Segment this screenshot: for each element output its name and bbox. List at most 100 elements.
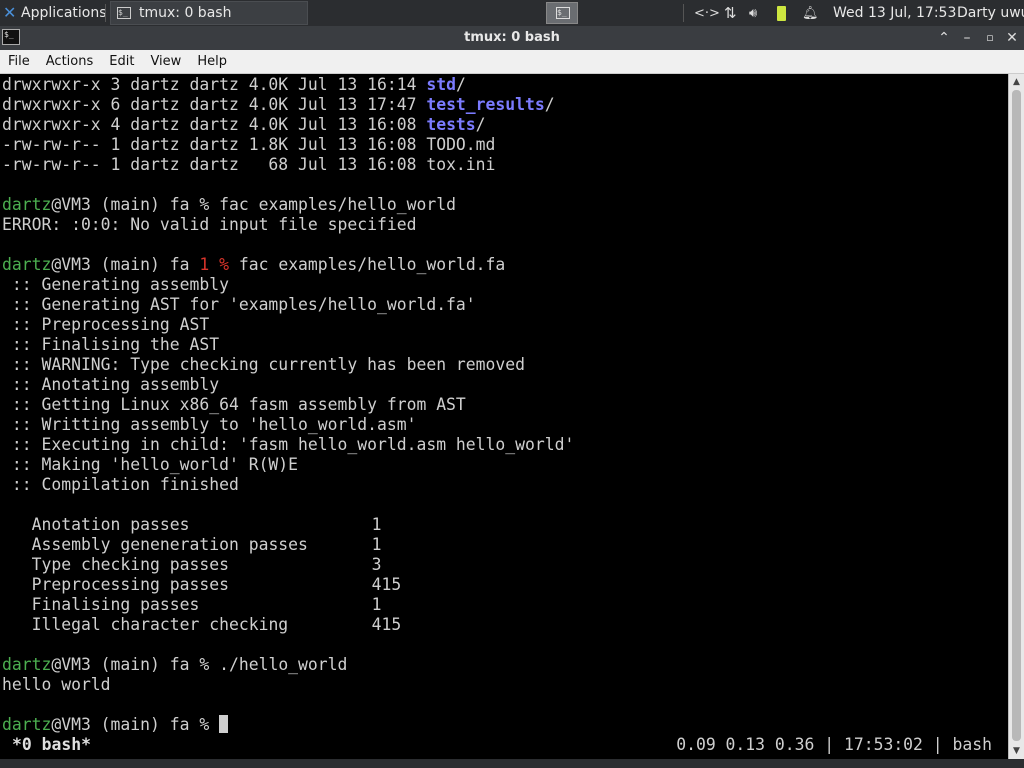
minimize-icon[interactable]: – <box>956 26 978 50</box>
prompt-exit-code: 1 % <box>199 255 229 274</box>
menubar: File Actions Edit View Help <box>0 50 1024 74</box>
compile-step-line: :: Anotating assembly <box>2 375 220 394</box>
prompt-line: dartz@VM3 (main) fa % fac examples/hello… <box>2 195 1008 215</box>
menu-file[interactable]: File <box>0 54 38 69</box>
pass-name: Preprocessing passes <box>31 575 229 594</box>
applications-menu[interactable]: ✕ Applications <box>0 0 107 26</box>
pass-stat-row: Illegal character checking 415 <box>2 615 1008 635</box>
panel-separator <box>683 4 684 22</box>
compile-step-line: :: Generating assembly <box>2 275 229 294</box>
compile-step-line: :: Making 'hello_world' R(W)E <box>2 455 299 474</box>
pass-stat-row: Assembly geneneration passes 1 <box>2 535 1008 555</box>
network-arrows-icon[interactable]: <·> <box>694 0 720 26</box>
compile-step-line: :: WARNING: Type checking currently has … <box>2 355 526 374</box>
command: % fac examples/hello_world <box>199 195 456 214</box>
window-titlebar[interactable]: $_ tmux: 0 bash ⌃ – ▫ ✕ <box>0 26 1024 50</box>
pass-name: Anotation passes <box>31 515 190 534</box>
tmux-window-label[interactable]: *0 bash* <box>12 735 91 755</box>
pass-name: Assembly geneneration passes <box>31 535 308 554</box>
volume-icon[interactable]: 🔊︎ <box>749 0 757 26</box>
prompt-user: dartz <box>2 715 52 734</box>
ls-line: -rw-rw-r-- 1 dartz dartz 68 Jul 13 16:08… <box>2 155 496 174</box>
prompt-line: dartz@VM3 (main) fa % ./hello_world <box>2 655 1008 675</box>
window-bottom-frame <box>0 759 1024 768</box>
pass-stat-row: Anotation passes 1 <box>2 515 1008 535</box>
close-icon[interactable]: ✕ <box>1001 26 1023 50</box>
top-panel: ✕ Applications $_ tmux: 0 bash $_ <·> ⇅ … <box>0 0 1024 26</box>
shade-icon[interactable]: ⌃ <box>933 26 955 50</box>
prompt-user: dartz <box>2 195 52 214</box>
pass-name: Type checking passes <box>31 555 229 574</box>
workspace-4[interactable] <box>581 2 613 24</box>
pass-count: 415 <box>371 575 402 594</box>
compile-step-line: :: Finalising the AST <box>2 335 220 354</box>
scroll-down-icon[interactable]: ▼ <box>1009 744 1024 758</box>
scrollbar-thumb[interactable] <box>1012 90 1021 741</box>
taskbar-item-tmux[interactable]: $_ tmux: 0 bash <box>110 1 308 25</box>
terminal-cursor <box>219 715 229 733</box>
scroll-up-icon[interactable]: ▲ <box>1009 75 1024 89</box>
pass-count: 415 <box>371 615 402 634</box>
pass-count: 1 <box>371 515 382 534</box>
terminal-scrollbar[interactable]: ▲ ▼ <box>1008 74 1024 759</box>
pass-stat-row: Type checking passes 3 <box>2 555 1008 575</box>
terminal-icon: $_ <box>117 7 131 19</box>
prompt-line: dartz@VM3 (main) fa 1 % fac examples/hel… <box>2 255 1008 275</box>
compile-step-line: :: Generating AST for 'examples/hello_wo… <box>2 295 476 314</box>
prompt-host: @VM3 (main) fa <box>51 255 200 274</box>
workspace-5[interactable] <box>616 2 648 24</box>
workspace-3-active[interactable]: $_ <box>546 2 578 24</box>
command: % ./hello_world <box>199 655 348 674</box>
taskbar-item-label: tmux: 0 bash <box>139 5 232 21</box>
prompt-user: dartz <box>2 255 52 274</box>
applications-label: Applications <box>21 5 107 21</box>
panel-separator <box>105 4 106 22</box>
menu-help[interactable]: Help <box>189 54 235 69</box>
terminal-output[interactable]: drwxrwxr-x 3 dartz dartz 4.0K Jul 13 16:… <box>0 74 1008 759</box>
network-updown-icon[interactable]: ⇅ <box>724 0 737 26</box>
pass-stat-row: Finalising passes 1 <box>2 595 1008 615</box>
ls-line: drwxrwxr-x 4 dartz dartz 4.0K Jul 13 16:… <box>2 115 486 134</box>
error-line: ERROR: :0:0: No valid input file specifi… <box>2 215 417 234</box>
compile-step-line: :: Writting assembly to 'hello_world.asm… <box>2 415 417 434</box>
program-output: hello world <box>2 675 111 694</box>
pass-stat-row: Preprocessing passes 415 <box>2 575 1008 595</box>
clock[interactable]: Wed 13 Jul, 17:53 <box>833 0 956 26</box>
compile-step-line: :: Getting Linux x86_64 fasm assembly fr… <box>2 395 466 414</box>
xfce-logo-icon: ✕ <box>3 3 17 22</box>
workspace-1[interactable] <box>476 2 508 24</box>
workspace-2[interactable] <box>511 2 543 24</box>
notifications-bell-icon[interactable]: 🔔︎ <box>802 0 819 26</box>
compile-step-line: :: Compilation finished <box>2 475 239 494</box>
user-menu[interactable]: Darty uwu <box>957 0 1024 26</box>
compile-step-line: :: Preprocessing AST <box>2 315 210 334</box>
command: fac examples/hello_world.fa <box>228 255 506 274</box>
pass-name: Finalising passes <box>31 595 200 614</box>
compile-step-line: :: Executing in child: 'fasm hello_world… <box>2 435 575 454</box>
ls-line: -rw-rw-r-- 1 dartz dartz 1.8K Jul 13 16:… <box>2 135 496 154</box>
pass-count: 1 <box>371 535 382 554</box>
menu-edit[interactable]: Edit <box>101 54 142 69</box>
ls-line: drwxrwxr-x 6 dartz dartz 4.0K Jul 13 17:… <box>2 95 555 114</box>
prompt-host: @VM3 (main) fa <box>51 195 200 214</box>
battery-icon[interactable] <box>777 0 786 26</box>
prompt-host: @VM3 (main) fa <box>51 655 200 674</box>
prompt-user: dartz <box>2 655 52 674</box>
ls-line: drwxrwxr-x 3 dartz dartz 4.0K Jul 13 16:… <box>2 75 466 94</box>
prompt-host: @VM3 (main) fa <box>51 715 200 734</box>
menu-view[interactable]: View <box>142 54 189 69</box>
window-title: tmux: 0 bash <box>464 30 560 45</box>
terminal-icon: $_ <box>556 7 570 19</box>
menu-actions[interactable]: Actions <box>38 54 102 69</box>
prompt-symbol: % <box>199 715 220 734</box>
tmux-status-right: 0.09 0.13 0.36 | 17:53:02 | bash <box>676 735 992 754</box>
pass-count: 3 <box>371 555 382 574</box>
prompt-line: dartz@VM3 (main) fa % <box>2 715 1008 735</box>
maximize-icon[interactable]: ▫ <box>979 26 1001 50</box>
tmux-status-bar: *0 bash* 0.09 0.13 0.36 | 17:53:02 | bas… <box>0 735 1008 755</box>
